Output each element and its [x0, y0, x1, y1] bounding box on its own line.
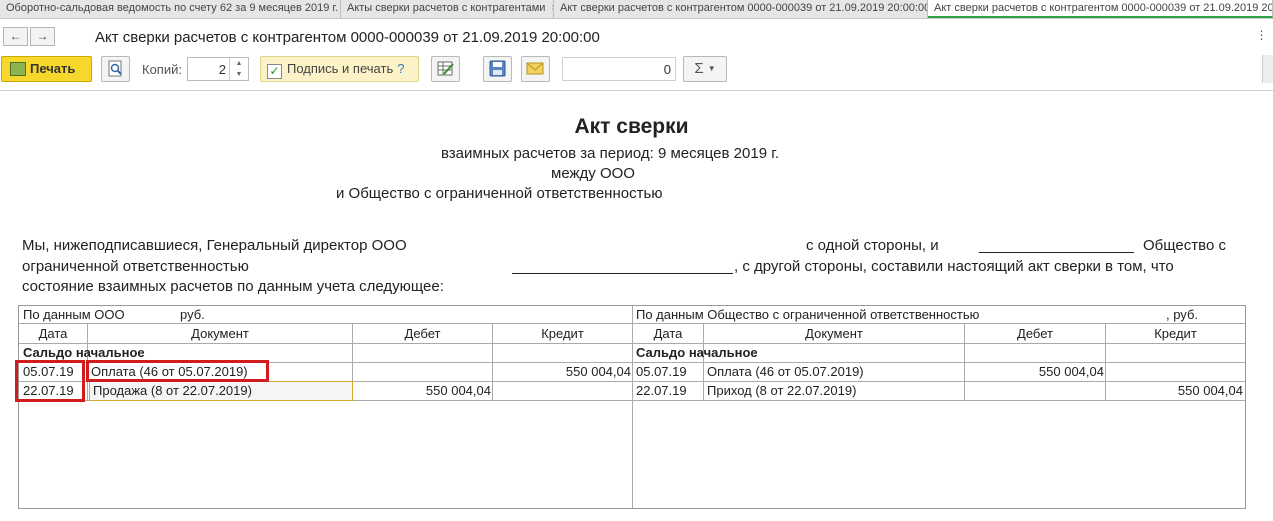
- preview-icon: [108, 60, 122, 77]
- highlight-payment-doc: [86, 360, 269, 382]
- para-line-3: состояние взаимных расчетов по данным уч…: [22, 278, 444, 295]
- arrow-right-icon: →: [36, 29, 49, 43]
- col-date: Дата: [38, 326, 68, 341]
- table-row-debit: [965, 382, 1105, 400]
- sum-value: 0: [663, 62, 671, 77]
- email-button[interactable]: [521, 56, 550, 82]
- document-heading: Акт сверки: [574, 115, 689, 138]
- document-subtitle: взаимных расчетов за период: 9 месяцев 2…: [441, 145, 780, 162]
- col-credit: Кредит: [1154, 326, 1197, 341]
- para-line-1c: Общество с: [1143, 237, 1226, 254]
- back-button[interactable]: ←: [3, 27, 28, 46]
- left-currency: руб.: [180, 307, 205, 322]
- para-line-1b: с одной стороны, и: [806, 237, 939, 254]
- copies-label: Копий:: [142, 62, 182, 77]
- tab-act-1[interactable]: Акт сверки расчетов с контрагентом 0000-…: [554, 0, 928, 18]
- stepper-up-icon[interactable]: ▲: [229, 58, 248, 69]
- help-icon[interactable]: ?: [397, 61, 404, 76]
- tab-bar: Оборотно-сальдовая ведомость по счету 62…: [0, 0, 1273, 19]
- print-label: Печать: [30, 61, 76, 76]
- table-row-debit: [353, 363, 492, 381]
- table-row-document: Приход (8 от 22.07.2019): [707, 383, 857, 398]
- sum-mode-button[interactable]: Σ ▼: [683, 56, 727, 82]
- envelope-icon: [526, 62, 544, 75]
- table-edit-icon: [437, 61, 454, 76]
- copies-stepper[interactable]: 2 ▲ ▼: [187, 57, 249, 81]
- left-header: По данным ООО: [23, 307, 125, 322]
- preview-button[interactable]: [101, 56, 130, 82]
- table-row-debit: 550 004,04: [1038, 364, 1104, 379]
- table-row-credit: 550 004,04: [1177, 383, 1243, 398]
- save-icon: [489, 60, 506, 77]
- table-row-date: 05.07.19: [636, 364, 687, 379]
- tab-label: Акт сверки расчетов с контрагентом 0000-…: [560, 2, 928, 14]
- para-line-1a: Мы, нижеподписавшиеся, Генеральный дирек…: [22, 237, 407, 254]
- col-date: Дата: [653, 326, 683, 341]
- stepper-down-icon[interactable]: ▼: [229, 69, 248, 80]
- highlight-dates: [15, 360, 85, 402]
- table-row-debit: 550 004,04: [425, 383, 491, 398]
- tab-act-2[interactable]: Акт сверки расчетов с контрагентом 0000-…: [928, 0, 1273, 18]
- signature-blank: [512, 258, 733, 274]
- right-currency: , руб.: [1166, 307, 1199, 322]
- printer-icon: [10, 62, 26, 76]
- between-line: между ООО: [551, 165, 635, 182]
- more-icon[interactable]: ⋮: [1254, 28, 1269, 43]
- col-document: Документ: [191, 326, 249, 341]
- sign-print-label: Подпись и печать: [287, 61, 394, 76]
- table-row-document: Оплата (46 от 05.07.2019): [707, 364, 864, 379]
- para-line-2b: , с другой стороны, составили настоящий …: [734, 258, 1174, 275]
- reconciliation-table: По данным ООО руб. По данным Общество с …: [18, 305, 1246, 509]
- chevron-down-icon: ▼: [707, 64, 716, 73]
- save-button[interactable]: [483, 56, 512, 82]
- sign-and-print-toggle[interactable]: ✓ Подпись и печать?: [260, 56, 419, 82]
- col-credit: Кредит: [541, 326, 584, 341]
- table-row-credit: [1106, 363, 1245, 381]
- col-debit: Дебет: [1017, 326, 1053, 341]
- table-row-date: 22.07.19: [636, 383, 687, 398]
- and-org-line: и Общество с ограниченной ответственност…: [336, 185, 663, 202]
- print-button[interactable]: Печать: [1, 56, 92, 82]
- table-row-credit: [493, 382, 632, 400]
- table-row-document[interactable]: Продажа (8 от 22.07.2019): [90, 382, 352, 400]
- tab-acts-list[interactable]: Акты сверки расчетов с контрагентами×: [341, 0, 554, 18]
- page-title: Акт сверки расчетов с контрагентом 0000-…: [95, 29, 600, 46]
- para-line-2a: ограниченной ответственностью: [22, 258, 249, 275]
- tab-label: Акт сверки расчетов с контрагентом 0000-…: [934, 2, 1273, 14]
- edit-button[interactable]: [431, 56, 460, 82]
- col-debit: Дебет: [404, 326, 441, 341]
- scrollbar[interactable]: [1262, 55, 1273, 83]
- arrow-left-icon: ←: [9, 29, 22, 43]
- tab-label: Оборотно-сальдовая ведомость по счету 62…: [6, 2, 339, 14]
- table-row-credit: 550 004,04: [565, 364, 631, 379]
- copies-value: 2: [218, 62, 226, 77]
- tab-osv[interactable]: Оборотно-сальдовая ведомость по счету 62…: [0, 0, 341, 18]
- opening-balance-label: Сальдо начальное: [636, 345, 758, 360]
- sum-field[interactable]: 0: [562, 57, 676, 81]
- signature-blank: [979, 237, 1134, 253]
- forward-button[interactable]: →: [30, 27, 55, 46]
- col-document: Документ: [805, 326, 863, 341]
- sigma-icon: Σ: [694, 60, 704, 77]
- right-header: По данным Общество с ограниченной ответс…: [636, 307, 980, 322]
- checkbox-checked-icon[interactable]: ✓: [267, 64, 282, 79]
- tab-label: Акты сверки расчетов с контрагентами: [347, 2, 546, 14]
